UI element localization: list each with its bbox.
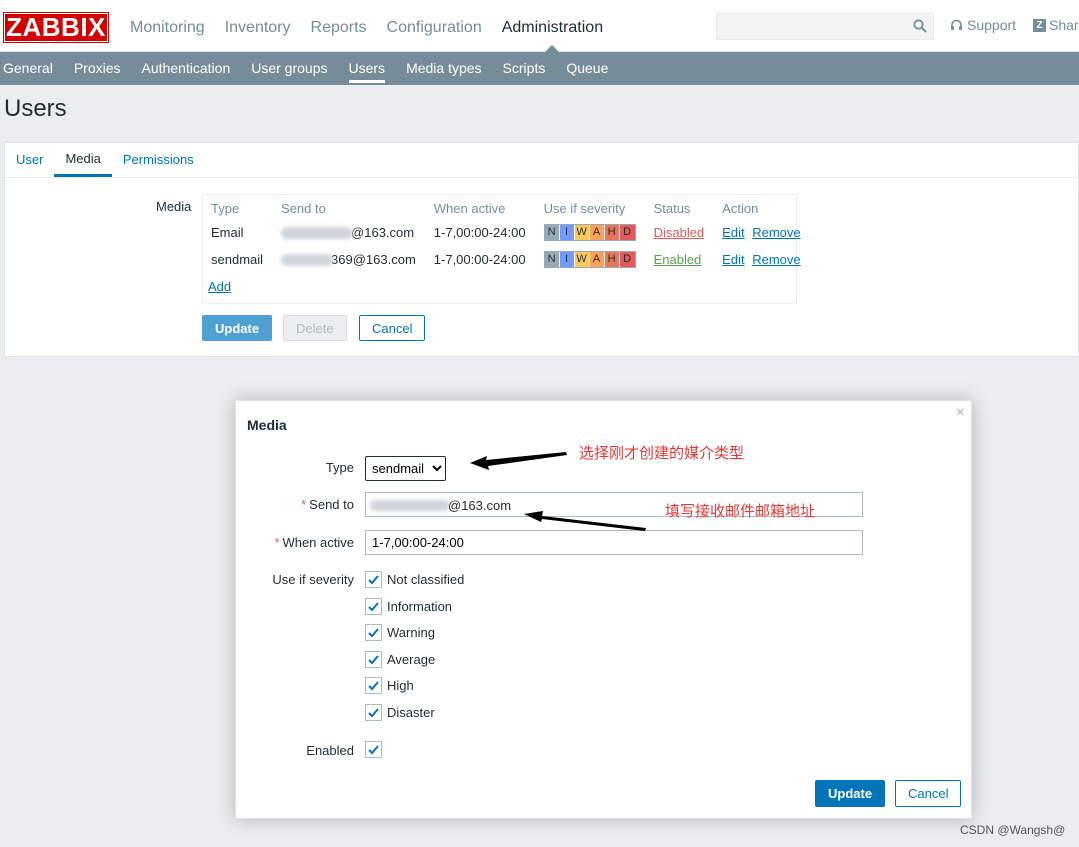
arrow-to-send-to-input [524,511,646,531]
annotation-send-to-note: 填写接收邮件邮箱地址 [665,502,816,520]
arrow-to-type-select [470,452,567,470]
annotation-arrows [470,452,646,531]
watermark: CSDN @Wangsh@ [960,823,1066,837]
annotation-type-note: 选择刚才创建的媒介类型 [579,444,745,462]
